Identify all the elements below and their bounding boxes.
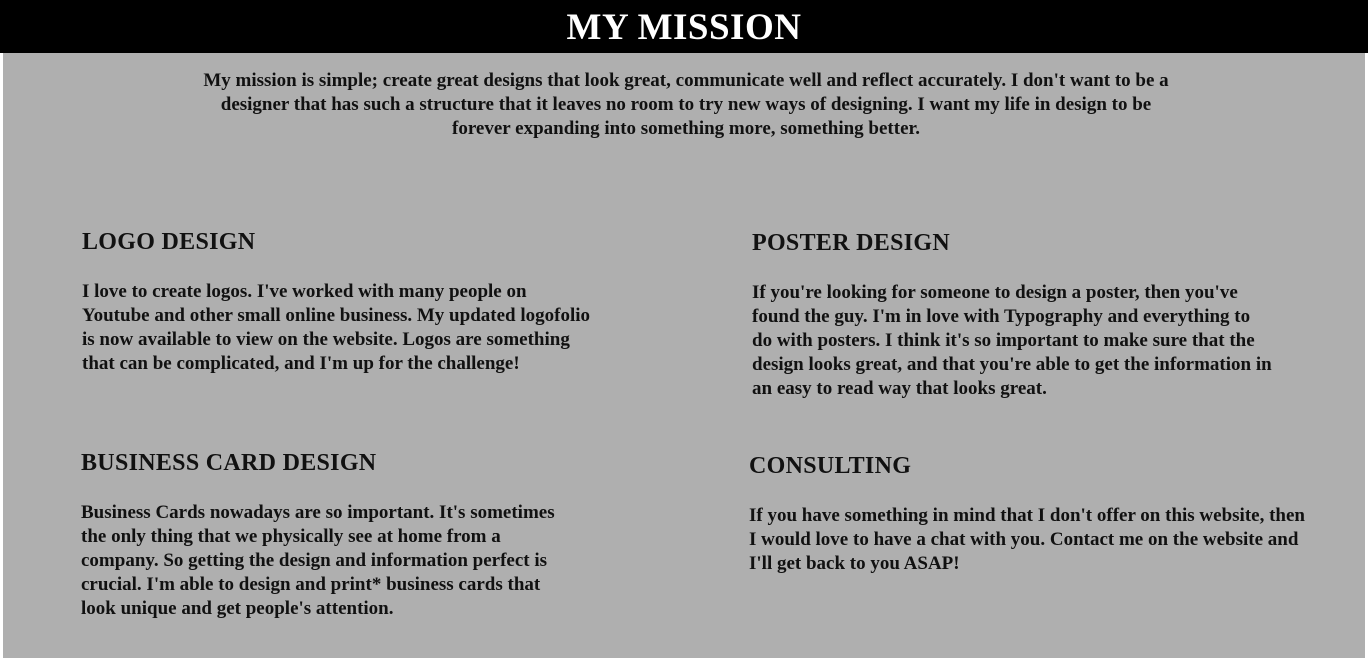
business-card-design-section: BUSINESS CARD DESIGN Business Cards nowa… [81, 449, 561, 621]
logo-design-heading: LOGO DESIGN [82, 229, 256, 255]
content-panel: My mission is simple; create great desig… [3, 53, 1365, 658]
consulting-description: If you have something in mind that I don… [749, 505, 1305, 574]
consulting-section: CONSULTING If you have something in mind… [749, 452, 1309, 576]
mission-page: MY MISSION My mission is simple; create … [0, 0, 1368, 658]
business-card-design-description: Business Cards nowadays are so important… [81, 502, 555, 619]
consulting-heading: CONSULTING [749, 453, 912, 479]
poster-design-heading: POSTER DESIGN [752, 230, 950, 256]
business-card-design-heading: BUSINESS CARD DESIGN [81, 450, 377, 476]
poster-design-description: If you're looking for someone to design … [752, 282, 1272, 399]
logo-design-section: LOGO DESIGN I love to create logos. I've… [82, 228, 594, 376]
logo-design-description: I love to create logos. I've worked with… [82, 281, 590, 374]
poster-design-section: POSTER DESIGN If you're looking for some… [752, 229, 1272, 401]
page-title: MY MISSION [566, 7, 802, 48]
page-header: MY MISSION [0, 0, 1368, 53]
mission-statement: My mission is simple; create great desig… [203, 70, 1169, 139]
